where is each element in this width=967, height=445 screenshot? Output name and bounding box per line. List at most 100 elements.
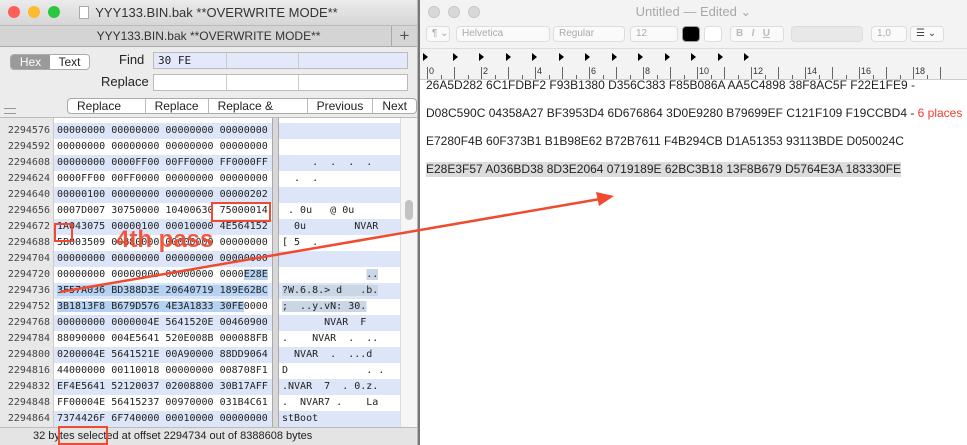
row-hex-bytes[interactable]: 00000000 00000000 00000000 00000000 — [54, 139, 272, 155]
row-ascii[interactable] — [282, 189, 378, 200]
hex-word[interactable]: 20640719 — [165, 285, 214, 296]
row-ascii-column[interactable]: stBoot — [279, 411, 400, 427]
hex-word[interactable]: 00FF0000 — [111, 173, 159, 184]
hex-word[interactable]: 4E564152 — [220, 221, 268, 232]
tab-document[interactable]: YYY133.BIN.bak **OVERWRITE MODE** — [97, 29, 321, 43]
row-ascii-column[interactable]: NVAR F — [279, 315, 400, 331]
row-hex-bytes[interactable]: FF00004E 56415237 00970000 031B4C61 — [54, 395, 272, 411]
hex-row[interactable]: 2294816 44000000 00110018 00000000 008708… — [0, 363, 400, 379]
hex-word[interactable]: 00000000 — [111, 141, 159, 152]
panel-resize-grip-icon[interactable] — [4, 108, 16, 114]
hex-word[interactable]: 00010000 — [165, 413, 213, 424]
hex-word[interactable]: BD388D3E — [111, 285, 160, 296]
hex-word[interactable]: 031B4C61 — [220, 397, 268, 408]
hex-view[interactable]: 2294576 00000000 00000000 00000000 000000… — [0, 118, 417, 427]
row-ascii-column[interactable] — [279, 139, 400, 155]
row-ascii[interactable]: ?W.6.8.> d .b. — [282, 285, 379, 296]
hex-word[interactable]: 00000100 — [57, 189, 105, 200]
hex-word[interactable]: FF00004E — [57, 397, 105, 408]
row-hex-bytes[interactable]: EF4E5641 52120037 02008800 30B17AFF — [54, 379, 272, 395]
hex-word[interactable]: 00000000 — [111, 269, 159, 280]
hex-word[interactable]: 00000000 — [220, 413, 268, 424]
paragraph-style-dropdown[interactable]: ¶ ⌄ — [426, 26, 450, 42]
tab-stop-icon[interactable] — [423, 53, 428, 61]
row-ascii-column[interactable]: 0u NVAR — [279, 219, 400, 235]
hex-word[interactable]: 00000000 — [165, 189, 213, 200]
minimize-button[interactable] — [448, 6, 460, 18]
text-line[interactable]: 26A5D282 6C1FDBF2 F93B1380 D356C383 F85B… — [426, 78, 915, 93]
row-hex-bytes[interactable]: 44000000 00110018 00000000 008708F1 — [54, 363, 272, 379]
hex-word[interactable]: 6F740000 — [111, 413, 159, 424]
hex-word[interactable]: 004E5641 — [111, 333, 159, 344]
row-hex-bytes[interactable]: 3B1813F8 B679D576 4E3A1833 30FE0000 — [54, 299, 272, 315]
alignment-buttons[interactable] — [791, 26, 863, 42]
line-spacing-dropdown[interactable]: 1,0 — [871, 26, 907, 42]
hex-row[interactable]: 2294784 88090000 004E5641 520E008B 000088… — [0, 331, 400, 347]
row-hex-bytes[interactable]: 88090000 004E5641 520E008B 000088FB — [54, 331, 272, 347]
tab-stop-icon[interactable] — [691, 53, 696, 61]
row-ascii-column[interactable] — [279, 251, 400, 267]
row-ascii[interactable]: stBoot — [282, 413, 378, 424]
row-ascii[interactable]: NVAR . ...d — [282, 349, 378, 360]
ruler[interactable]: 0 2 4 6 8 10 12 14 16 18 — [420, 48, 967, 80]
list-style-dropdown[interactable]: ☰ ⌄ — [910, 26, 944, 42]
row-ascii[interactable]: . . — [282, 173, 378, 184]
row-ascii[interactable] — [282, 253, 378, 264]
tab-stop-icon[interactable] — [664, 53, 670, 61]
hex-word[interactable]: 00000000 — [165, 365, 213, 376]
hex-row[interactable]: 2294848 FF00004E 56415237 00970000 031B4C… — [0, 395, 400, 411]
hex-word[interactable]: 00FF0000 — [165, 157, 213, 168]
replace-button[interactable]: Replace — [146, 99, 209, 113]
tab-stop-icon[interactable] — [744, 53, 749, 61]
row-ascii[interactable]: . . . . — [282, 157, 378, 168]
hex-row[interactable]: 2294640 00000100 00000000 00000000 000002… — [0, 187, 400, 203]
zoom-button[interactable] — [468, 6, 480, 18]
hex-word[interactable]: 00000000 — [220, 253, 268, 264]
row-ascii-column[interactable]: . . . . — [279, 155, 400, 171]
row-ascii[interactable]: . 0u @ 0u — [282, 205, 378, 216]
row-hex-bytes[interactable]: 00000000 0000004E 5641520E 00460900 — [54, 315, 272, 331]
row-ascii[interactable] — [282, 141, 378, 152]
row-hex-bytes[interactable]: 7374426F 6F740000 00010000 00000000 — [54, 411, 272, 427]
hex-row[interactable]: 2294768 00000000 0000004E 5641520E 004609… — [0, 315, 400, 331]
hex-row[interactable]: 2294832 EF4E5641 52120037 02008800 30B17A… — [0, 379, 400, 395]
row-ascii-column[interactable]: ; ..y.vN: 30. — [279, 299, 400, 315]
hex-word[interactable]: 00000000 — [220, 237, 268, 248]
row-ascii[interactable]: 0u NVAR — [282, 221, 378, 232]
edited-indicator[interactable]: — Edited ⌄ — [680, 4, 751, 19]
tab-stop-icon[interactable] — [558, 53, 564, 61]
tab-stop-icon[interactable] — [452, 53, 458, 61]
hex-word[interactable]: 88090000 — [57, 333, 105, 344]
hex-word[interactable]: 00000000 — [57, 317, 105, 328]
row-ascii[interactable]: D . . — [282, 365, 384, 376]
hex-row[interactable]: 2294656 0007D007 30750000 10400630 750000… — [0, 203, 400, 219]
row-hex-bytes[interactable]: 0200004E 5641521E 00A90000 88DD9064 — [54, 347, 272, 363]
hex-word[interactable]: 5641520E — [165, 317, 213, 328]
row-ascii-column[interactable] — [279, 187, 400, 203]
row-ascii[interactable]: NVAR F — [282, 317, 378, 328]
replace-input[interactable] — [153, 74, 408, 91]
hex-word[interactable]: 5641521E — [111, 349, 159, 360]
hex-word[interactable]: 30FE0000 — [219, 301, 268, 312]
hex-word[interactable]: FF0000FF — [220, 157, 268, 168]
hex-word[interactable]: 0007D007 — [57, 205, 105, 216]
hex-word[interactable]: 0000FF00 — [111, 157, 159, 168]
hex-word[interactable]: 00000000 — [57, 253, 105, 264]
row-ascii-column[interactable]: . NVAR . .. — [279, 331, 400, 347]
hex-word[interactable]: 4E3A1833 — [165, 301, 214, 312]
hex-window-titlebar[interactable]: YYY133.BIN.bak **OVERWRITE MODE** — [0, 0, 417, 25]
hex-word[interactable]: 00000000 — [57, 125, 105, 136]
scrollbar-thumb[interactable] — [405, 200, 413, 220]
hex-word[interactable]: 00000000 — [220, 173, 268, 184]
hex-word[interactable]: 520E008B — [165, 333, 213, 344]
hex-word[interactable]: 3B1813F8 — [57, 301, 106, 312]
text-color-well[interactable] — [682, 26, 700, 42]
hex-word[interactable]: 00000000 — [165, 141, 213, 152]
font-style-dropdown[interactable]: Regular — [553, 26, 625, 42]
row-ascii[interactable]: .NVAR 7 . 0.z. — [282, 381, 378, 392]
hex-word[interactable]: 7374426F — [57, 413, 105, 424]
text-window-titlebar[interactable]: Untitled — Edited ⌄ — [420, 0, 967, 22]
row-ascii-column[interactable]: .NVAR 7 . 0.z. — [279, 379, 400, 395]
hex-row[interactable]: 2294800 0200004E 5641521E 00A90000 88DD90… — [0, 347, 400, 363]
find-input[interactable]: 30 FE — [153, 52, 408, 69]
